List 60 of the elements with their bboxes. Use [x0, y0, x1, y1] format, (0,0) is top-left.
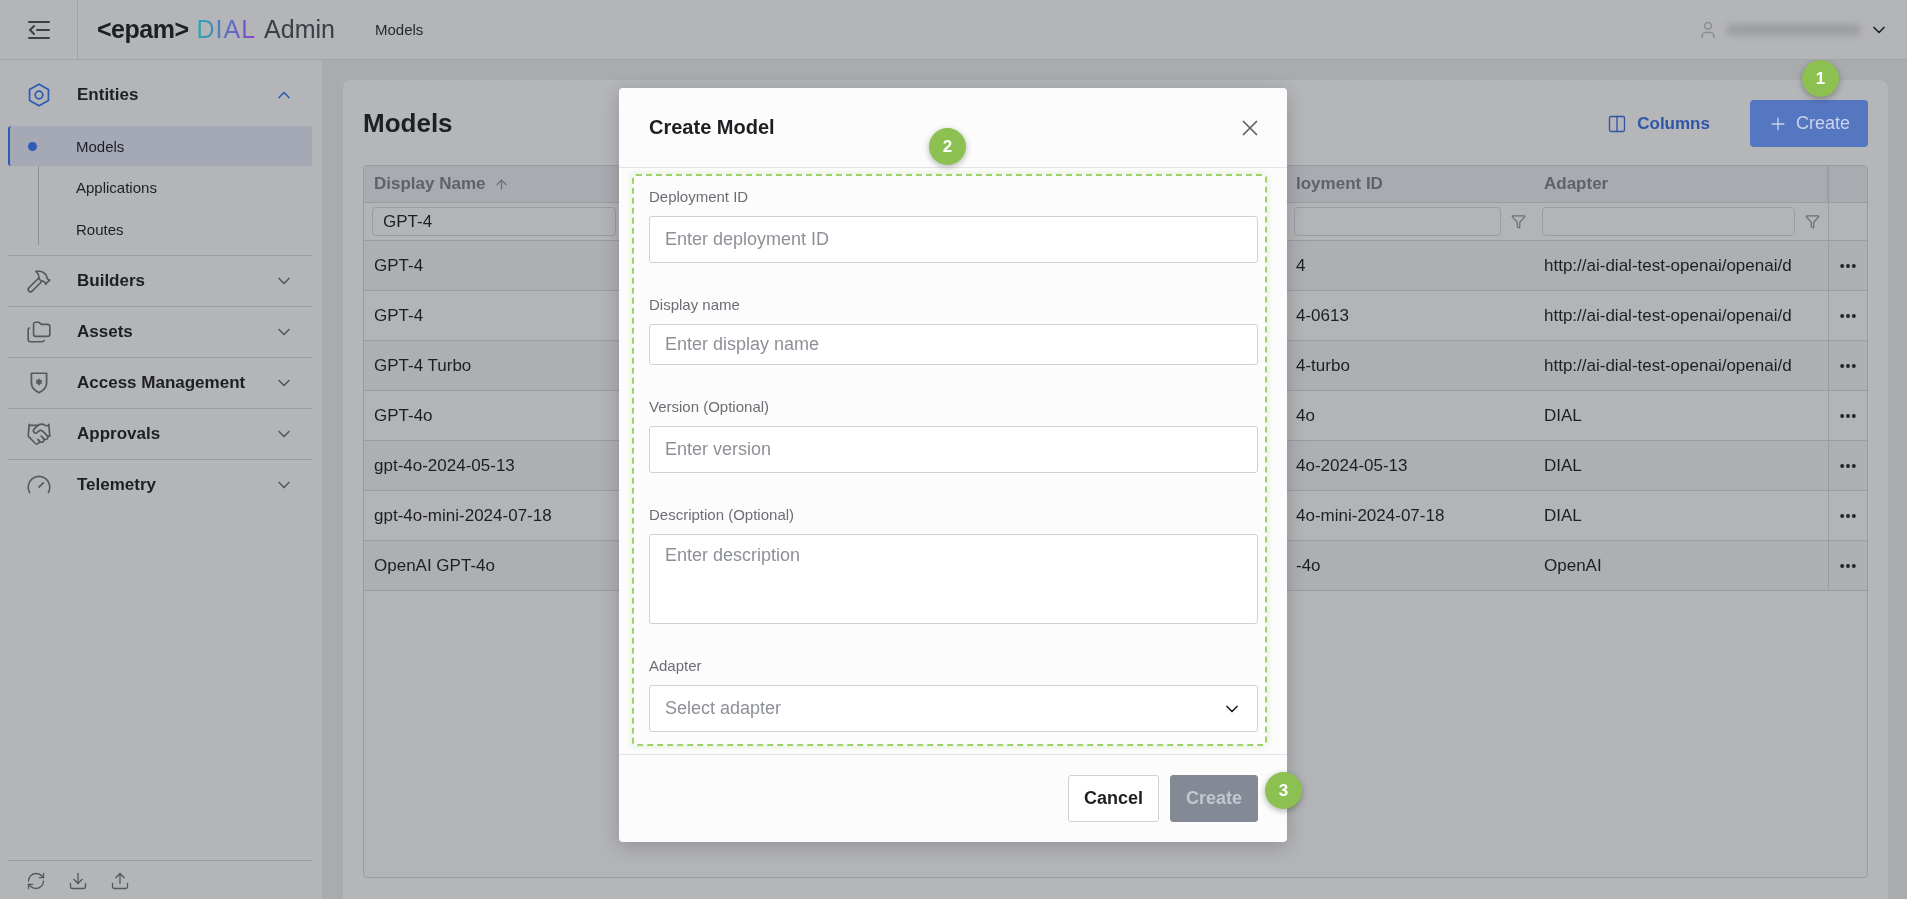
table-cell-text: DIAL	[1543, 504, 1583, 527]
table-cell-text: 4-turbo	[1295, 354, 1351, 377]
nav-section[interactable]: Builders	[8, 256, 312, 306]
nav-section[interactable]: Telemetry	[8, 460, 312, 510]
hammer-icon	[26, 268, 52, 294]
download-button[interactable]	[68, 871, 88, 891]
table-cell-text: http://ai-dial-test-openai/openai/d	[1543, 354, 1793, 377]
input-field[interactable]: Enter version	[649, 426, 1258, 473]
table-cell-text: DIAL	[1543, 454, 1583, 477]
nav-section[interactable]: Assets	[8, 307, 312, 357]
avatar-icon	[1698, 19, 1718, 40]
table-cell-text: 4o	[1295, 404, 1316, 427]
table-cell-text: GPT-4	[373, 304, 425, 327]
page-title: Models	[363, 108, 453, 139]
table-cell-text: gpt-4o-2024-05-13	[373, 454, 516, 477]
table-cell-text: OpenAI	[1543, 554, 1603, 577]
breadcrumb: Models	[375, 21, 424, 38]
table-cell-text: 4o-mini-2024-07-18	[1295, 504, 1446, 527]
folders-icon	[26, 319, 52, 345]
table-cell-text: 4-0613	[1295, 304, 1350, 327]
input-field[interactable]: Enter deployment ID	[649, 216, 1258, 263]
step-badge: 2	[929, 128, 966, 165]
nav-section[interactable]: Approvals	[8, 409, 312, 459]
field-label: Description (Optional)	[649, 506, 796, 523]
dialog-title: Create Model	[649, 116, 775, 139]
table-cell-text: DIAL	[1543, 404, 1583, 427]
field-label: Version (Optional)	[649, 398, 771, 415]
menu-icon	[26, 19, 51, 40]
table-cell-text: GPT-4o	[373, 404, 434, 427]
nav-item[interactable]: Models	[8, 126, 312, 166]
filter-field[interactable]	[1294, 207, 1501, 236]
step-badge: 1	[1801, 60, 1839, 97]
hexagon-icon	[26, 82, 52, 108]
table-cell-text: 4	[1295, 254, 1307, 277]
upload-button[interactable]	[110, 871, 130, 891]
table-cell-text: http://ai-dial-test-openai/openai/d	[1543, 254, 1793, 277]
input-field[interactable]: Enter display name	[649, 324, 1258, 365]
nav-section[interactable]: Entities	[8, 70, 312, 120]
field-label: Deployment ID	[649, 188, 750, 205]
table-cell-text: gpt-4o-mini-2024-07-18	[373, 504, 553, 527]
nav-item[interactable]: Applications	[8, 166, 312, 208]
active-dot	[28, 142, 37, 151]
table-cell-text: -4o	[1295, 554, 1322, 577]
handshake-icon	[26, 421, 52, 447]
field-label: Adapter	[649, 657, 703, 674]
columns-icon	[1607, 113, 1628, 134]
filter-field[interactable]	[1542, 207, 1795, 236]
table-cell-text: GPT-4 Turbo	[373, 354, 473, 377]
nav-section[interactable]: Access Management	[8, 358, 312, 408]
refresh-button[interactable]	[26, 871, 46, 891]
table-cell-text: 4o-2024-05-13	[1295, 454, 1409, 477]
table-cell-text: OpenAI GPT-4o	[373, 554, 496, 577]
filter-field[interactable]: GPT-4	[372, 207, 616, 236]
text-area[interactable]: Enter description	[649, 534, 1258, 624]
cancel-button[interactable]: Cancel	[1067, 775, 1159, 822]
table-cell-text: http://ai-dial-test-openai/openai/d	[1543, 304, 1793, 327]
nav-item[interactable]: Routes	[8, 208, 312, 250]
table-cell-text: GPT-4	[373, 254, 425, 277]
field-label: Display name	[649, 296, 741, 313]
logo: <epam> DIAL Admin	[97, 15, 335, 44]
